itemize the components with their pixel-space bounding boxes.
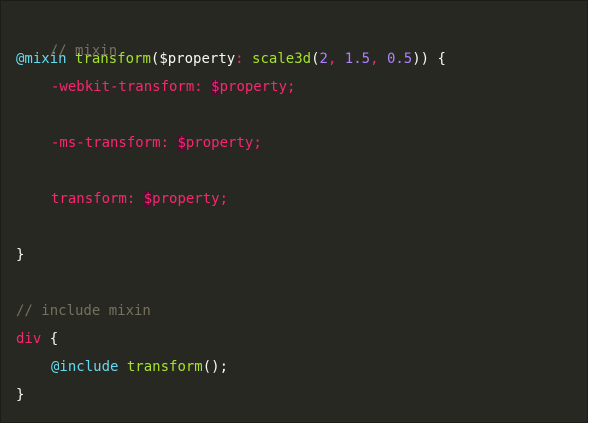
code-line-5: -ms-transform: $property; [16,133,262,153]
arg-separator-2: , [370,51,387,67]
code-line-3: -webkit-transform: $property; [16,77,295,97]
dollar-sign: $ [143,191,153,207]
property-transform: transform [51,191,127,207]
arg-3: 0.5 [386,51,413,67]
code-line-11: // include mixin [16,301,151,321]
dollar-sign: $ [177,135,186,151]
semicolon: ; [253,135,262,151]
property-colon: : [194,79,212,95]
param-variable: $property [159,51,236,67]
arg-1: 2 [319,51,328,67]
variable-name: property [152,191,220,207]
default-function: scale3d [252,51,312,67]
include-name: transform [126,359,203,375]
variable-name: property [219,79,288,95]
open-brace: { [41,331,59,347]
code-line-14: } [16,385,24,405]
selector-div: div [16,331,42,347]
property-webkit-transform: -webkit-transform [51,79,195,95]
param-colon: : [235,51,244,67]
include-args: (); [202,359,229,375]
code-line-12: div { [16,329,58,349]
semicolon: ; [287,79,296,95]
arg-separator-1: , [327,51,345,67]
mixin-keyword: @mixin [16,51,67,67]
variable-name: property [185,135,254,151]
code-line-9: } [16,245,24,265]
dollar-sign: $ [211,79,220,95]
default-open-paren: ( [311,51,320,67]
property-ms-transform: -ms-transform [51,135,161,151]
mixin-name: transform [75,51,151,67]
close-brace: } [16,247,25,263]
arg-2: 1.5 [344,51,371,67]
code-line-7: transform: $property; [16,189,228,209]
property-colon: : [126,191,144,207]
semicolon: ; [219,191,229,207]
close-brace: } [16,387,25,403]
code-line-2: @mixin transform($property: scale3d(2, 1… [16,49,446,69]
code-line-13: @include transform(); [16,357,228,377]
close-parens: )) [412,51,430,67]
include-keyword: @include [51,359,119,375]
code-line-1: // mixin [16,21,117,59]
code-block: // mixin @mixin transform($property: sca… [0,0,588,423]
property-colon: : [160,135,178,151]
comment-include: // include mixin [16,303,151,319]
open-brace: { [429,51,446,67]
